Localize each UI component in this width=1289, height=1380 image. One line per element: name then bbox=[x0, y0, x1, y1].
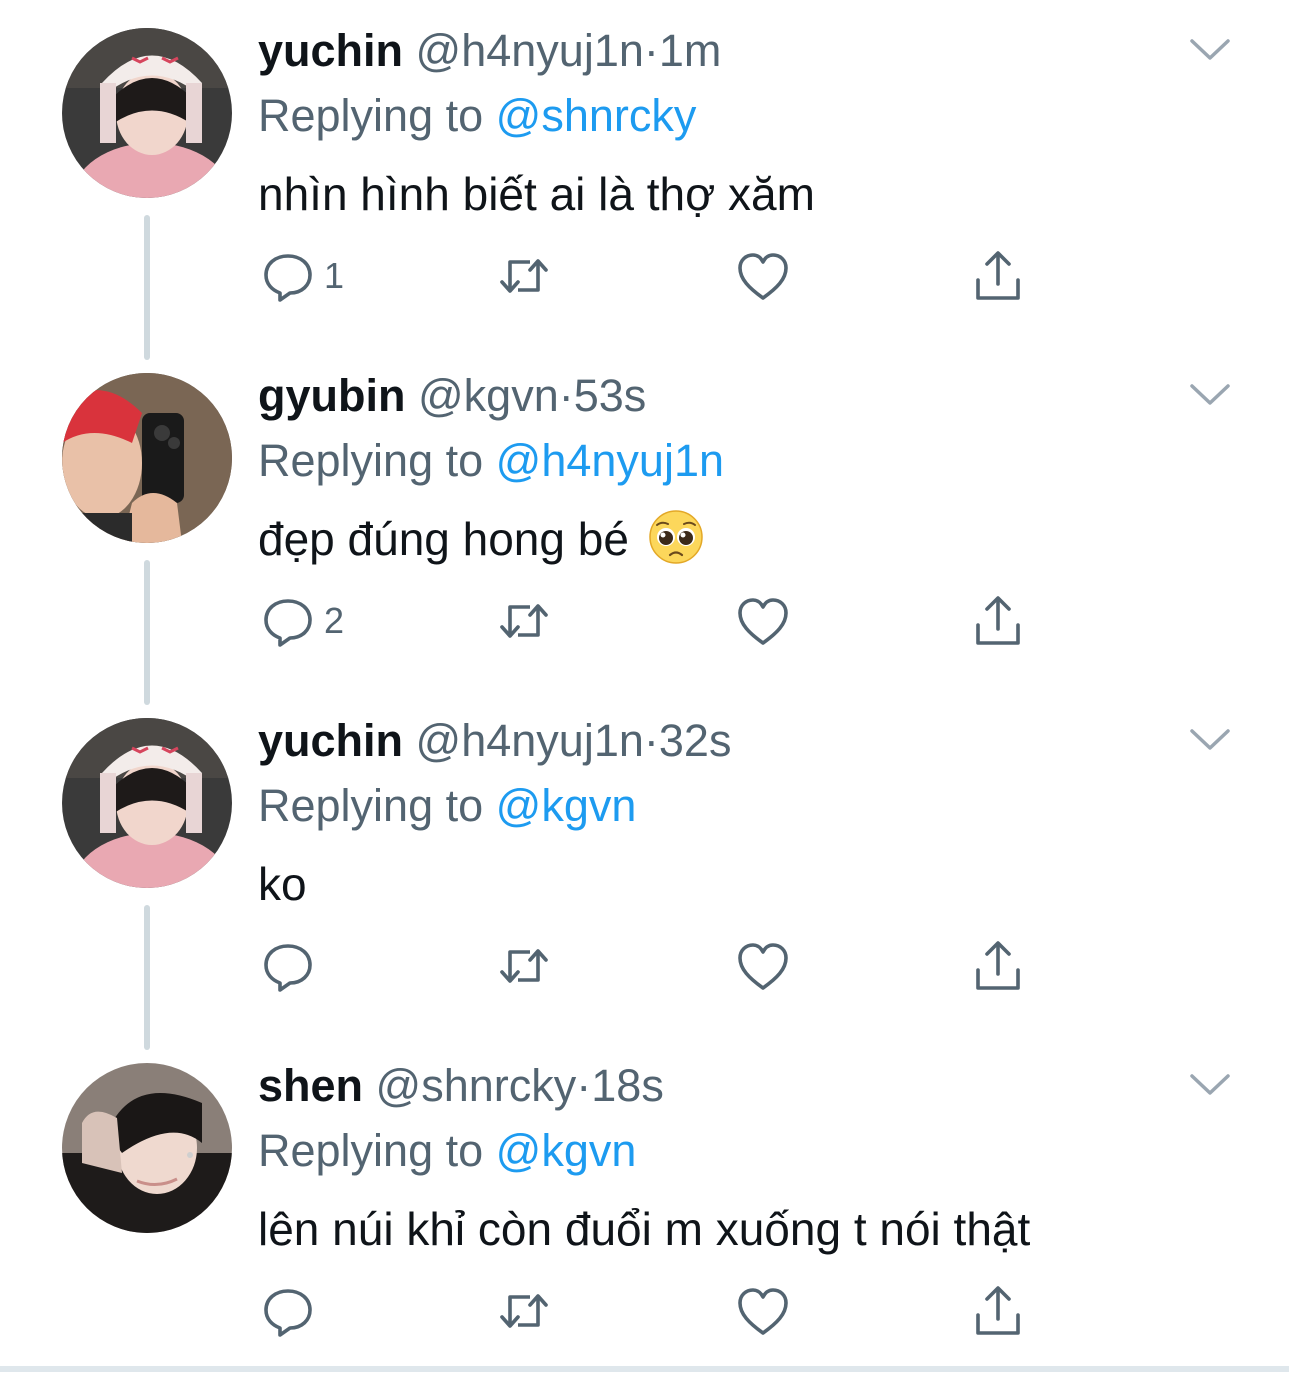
share-icon bbox=[976, 941, 1020, 990]
chevron-down-icon[interactable] bbox=[1186, 1069, 1234, 1099]
share-button[interactable] bbox=[970, 246, 1026, 306]
reply-icon bbox=[264, 599, 312, 647]
reply-button[interactable] bbox=[260, 936, 324, 996]
retweet-icon bbox=[500, 949, 548, 983]
like-button[interactable] bbox=[735, 936, 791, 996]
display-name[interactable]: yuchin bbox=[258, 715, 403, 766]
display-name[interactable]: gyubin bbox=[258, 370, 405, 421]
reply-icon bbox=[264, 944, 312, 992]
reply-button[interactable]: 1 bbox=[260, 246, 344, 306]
replying-to: Replying to @kgvn bbox=[258, 1122, 636, 1180]
replying-prefix: Replying to bbox=[258, 1125, 484, 1176]
retweet-icon bbox=[500, 604, 548, 638]
retweet-icon bbox=[500, 1294, 548, 1328]
chevron-down-icon[interactable] bbox=[1186, 34, 1234, 64]
chevron-down-icon[interactable] bbox=[1186, 379, 1234, 409]
user-handle[interactable]: @kgvn bbox=[418, 370, 559, 421]
share-icon bbox=[976, 1286, 1020, 1335]
reply-icon bbox=[264, 1289, 312, 1337]
replying-to-link[interactable]: @shnrcky bbox=[496, 90, 697, 141]
pleading-face-emoji bbox=[648, 510, 703, 564]
thread-line bbox=[144, 215, 150, 360]
like-button[interactable] bbox=[735, 591, 791, 651]
heart-icon bbox=[738, 598, 788, 645]
retweet-button[interactable] bbox=[496, 591, 552, 651]
replying-to-link[interactable]: @kgvn bbox=[496, 780, 637, 831]
display-name[interactable]: yuchin bbox=[258, 25, 403, 76]
replying-to: Replying to @h4nyuj1n bbox=[258, 432, 724, 490]
replying-to-link[interactable]: @kgvn bbox=[496, 1125, 637, 1176]
tweet-text-content: đẹp đúng hong bé bbox=[258, 513, 629, 565]
like-button[interactable] bbox=[735, 1281, 791, 1341]
separator-dot: · bbox=[643, 25, 659, 76]
like-button[interactable] bbox=[735, 246, 791, 306]
tweet-header: yuchin @h4nyuj1n·1m bbox=[258, 22, 721, 80]
avatar[interactable] bbox=[62, 28, 232, 198]
separator-dot: · bbox=[576, 1060, 592, 1111]
retweet-button[interactable] bbox=[496, 936, 552, 996]
thread-line bbox=[144, 905, 150, 1050]
tweet[interactable]: gyubin @kgvn·53s Replying to @h4nyuj1n đ… bbox=[0, 345, 1289, 705]
share-button[interactable] bbox=[970, 936, 1026, 996]
reply-count: 2 bbox=[324, 600, 345, 641]
reply-button[interactable] bbox=[260, 1281, 324, 1341]
tweet-text: nhìn hình biết ai là thợ xăm bbox=[258, 168, 815, 220]
tweet-text: ko bbox=[258, 858, 307, 910]
heart-icon bbox=[738, 943, 788, 990]
heart-icon bbox=[738, 253, 788, 300]
tweet-header: yuchin @h4nyuj1n·32s bbox=[258, 712, 731, 770]
heart-icon bbox=[738, 1288, 788, 1335]
replying-prefix: Replying to bbox=[258, 435, 484, 486]
tweet-header: gyubin @kgvn·53s bbox=[258, 367, 646, 425]
thread-line bbox=[144, 560, 150, 705]
tweet-text: đẹp đúng hong bé bbox=[258, 508, 704, 570]
retweet-icon bbox=[500, 259, 548, 293]
timestamp[interactable]: 53s bbox=[574, 370, 647, 421]
tweet-text: lên núi khỉ còn đuổi m xuống t nói thật bbox=[258, 1203, 1031, 1255]
avatar[interactable] bbox=[62, 373, 232, 543]
tweet[interactable]: yuchin @h4nyuj1n·1m Replying to @shnrcky… bbox=[0, 0, 1289, 360]
tweet[interactable]: yuchin @h4nyuj1n·32s Replying to @kgvn k… bbox=[0, 690, 1289, 1050]
user-handle[interactable]: @h4nyuj1n bbox=[416, 715, 644, 766]
user-handle[interactable]: @shnrcky bbox=[376, 1060, 577, 1111]
avatar[interactable] bbox=[62, 718, 232, 888]
tweet[interactable]: shen @shnrcky·18s Replying to @kgvn lên … bbox=[0, 1035, 1289, 1380]
user-handle[interactable]: @h4nyuj1n bbox=[416, 25, 644, 76]
display-name[interactable]: shen bbox=[258, 1060, 363, 1111]
timestamp[interactable]: 1m bbox=[659, 25, 722, 76]
reply-icon bbox=[264, 254, 312, 302]
avatar[interactable] bbox=[62, 1063, 232, 1233]
share-button[interactable] bbox=[970, 1281, 1026, 1341]
reply-count: 1 bbox=[324, 255, 345, 296]
bottom-divider bbox=[0, 1366, 1289, 1372]
timestamp[interactable]: 18s bbox=[591, 1060, 664, 1111]
tweet-header: shen @shnrcky·18s bbox=[258, 1057, 664, 1115]
share-icon bbox=[976, 251, 1020, 300]
separator-dot: · bbox=[643, 715, 659, 766]
separator-dot: · bbox=[558, 370, 574, 421]
replying-prefix: Replying to bbox=[258, 90, 484, 141]
replying-to: Replying to @shnrcky bbox=[258, 87, 696, 145]
retweet-button[interactable] bbox=[496, 1281, 552, 1341]
share-icon bbox=[976, 596, 1020, 645]
replying-to: Replying to @kgvn bbox=[258, 777, 636, 835]
share-button[interactable] bbox=[970, 591, 1026, 651]
timestamp[interactable]: 32s bbox=[659, 715, 732, 766]
chevron-down-icon[interactable] bbox=[1186, 724, 1234, 754]
retweet-button[interactable] bbox=[496, 246, 552, 306]
reply-button[interactable]: 2 bbox=[260, 591, 344, 651]
replying-prefix: Replying to bbox=[258, 780, 484, 831]
replying-to-link[interactable]: @h4nyuj1n bbox=[496, 435, 724, 486]
